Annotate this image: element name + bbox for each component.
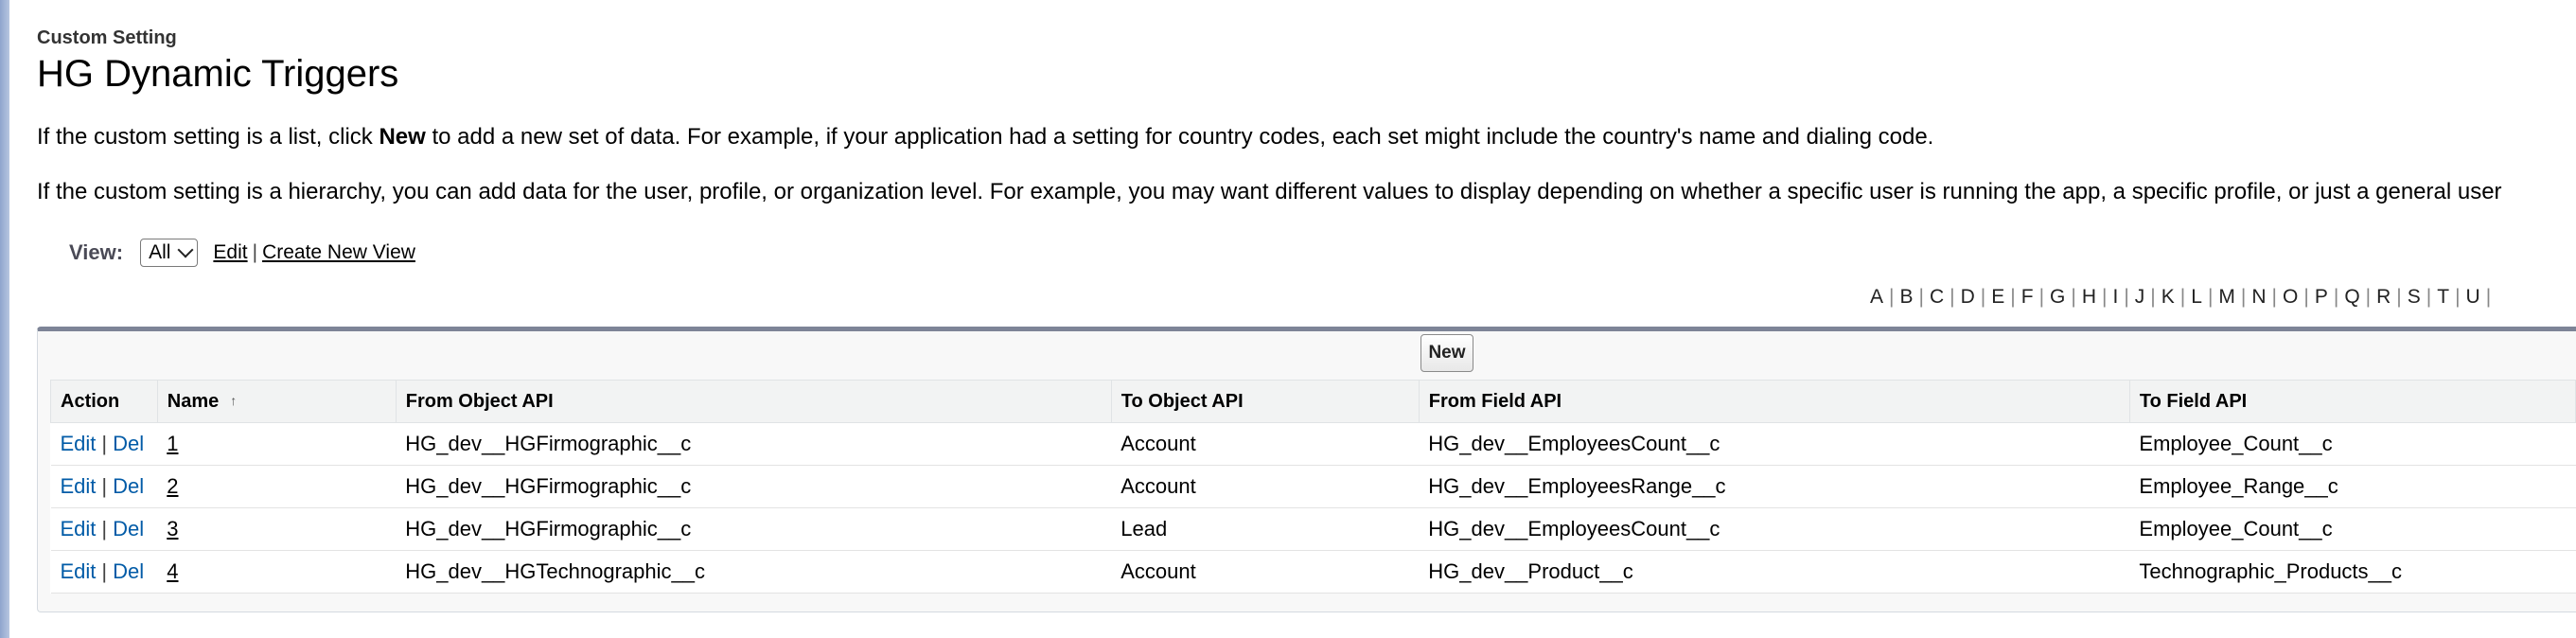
action-separator: | bbox=[101, 517, 108, 541]
cell-name: 4 bbox=[157, 550, 397, 594]
column-header-action: Action bbox=[50, 380, 158, 423]
alphabet-letter-u[interactable]: U bbox=[2461, 286, 2486, 309]
alphabet-letter-j[interactable]: J bbox=[2129, 286, 2151, 309]
description-list: If the custom setting is a list, click N… bbox=[37, 123, 1933, 151]
edit-row-link[interactable]: Edit bbox=[61, 432, 97, 455]
records-table: Action Name ↑ From Object API To Object A… bbox=[50, 380, 2576, 594]
column-header-name-label: Name bbox=[167, 390, 220, 412]
alphabet-letter-s[interactable]: S bbox=[2402, 286, 2426, 309]
cell-from-field-api: HG_dev__EmployeesCount__c bbox=[1419, 507, 2130, 551]
cell-to-field-api: Technographic_Products__c bbox=[2129, 550, 2576, 594]
cell-from-field-api: HG_dev__EmployeesRange__c bbox=[1419, 465, 2130, 508]
alphabet-letter-n[interactable]: N bbox=[2246, 286, 2271, 309]
row-actions: Edit | Del bbox=[50, 465, 158, 508]
cell-name: 1 bbox=[157, 422, 397, 466]
cell-from-object-api: HG_dev__HGFirmographic__c bbox=[396, 507, 1112, 551]
description-list-pre: If the custom setting is a list, click bbox=[37, 124, 379, 150]
table-body: Edit | Del 1 HG_dev__HGFirmographic__c Accoun… bbox=[50, 422, 2576, 594]
edit-row-link[interactable]: Edit bbox=[61, 517, 97, 541]
cell-to-object-api: Lead bbox=[1111, 507, 1420, 551]
column-header-to-field-api: To Field API bbox=[2128, 380, 2576, 423]
row-actions: Edit | Del bbox=[50, 550, 158, 594]
record-name-link[interactable]: 2 bbox=[167, 474, 178, 498]
alphabet-letter-f[interactable]: F bbox=[2016, 286, 2039, 309]
cell-to-object-api: Account bbox=[1111, 422, 1420, 466]
cell-from-object-api: HG_dev__HGFirmographic__c bbox=[396, 465, 1112, 508]
alphabet-filter: A | B | C | D | E | F | G | H | I | J | K | L | M | N | O | P | Q | R | S | T |… bbox=[1864, 286, 2491, 309]
alphabet-letter-m[interactable]: M bbox=[2213, 286, 2241, 309]
action-separator: | bbox=[101, 474, 108, 498]
alphabet-letter-a[interactable]: A bbox=[1864, 286, 1889, 309]
alphabet-letter-i[interactable]: I bbox=[2107, 286, 2124, 309]
view-bar: View: All Edit | Create New View bbox=[69, 239, 415, 267]
edit-row-link[interactable]: Edit bbox=[61, 559, 97, 583]
cell-to-object-api: Account bbox=[1111, 550, 1420, 594]
edit-row-link[interactable]: Edit bbox=[61, 474, 97, 498]
table-row: Edit | Del 2 HG_dev__HGFirmographic__c Accoun… bbox=[50, 465, 2576, 508]
record-name-link[interactable]: 3 bbox=[167, 517, 178, 541]
delete-row-link[interactable]: Del bbox=[113, 559, 144, 583]
record-name-link[interactable]: 1 bbox=[167, 432, 178, 455]
cell-from-field-api: HG_dev__Product__c bbox=[1419, 550, 2130, 594]
row-actions: Edit | Del bbox=[50, 507, 158, 551]
delete-row-link[interactable]: Del bbox=[113, 432, 144, 455]
cell-to-field-api: Employee_Count__c bbox=[2129, 507, 2576, 551]
cell-name: 2 bbox=[157, 465, 397, 508]
cell-from-object-api: HG_dev__HGFirmographic__c bbox=[396, 422, 1112, 466]
description-hierarchy: If the custom setting is a hierarchy, yo… bbox=[37, 179, 2502, 204]
view-link-separator: | bbox=[252, 241, 258, 263]
alphabet-letter-e[interactable]: E bbox=[1985, 286, 2010, 309]
cell-to-field-api: Employee_Count__c bbox=[2129, 422, 2576, 466]
view-select[interactable]: All bbox=[140, 239, 199, 267]
alphabet-letter-r[interactable]: R bbox=[2371, 286, 2396, 309]
cell-from-object-api: HG_dev__HGTechnographic__c bbox=[396, 550, 1112, 594]
record-name-link[interactable]: 4 bbox=[167, 559, 178, 583]
breadcrumb: Custom Setting bbox=[37, 27, 177, 48]
delete-row-link[interactable]: Del bbox=[113, 517, 144, 541]
description-list-post: to add a new set of data. For example, i… bbox=[425, 124, 1934, 150]
sort-ascending-icon: ↑ bbox=[230, 392, 238, 408]
column-header-to-object-api: To Object API bbox=[1110, 380, 1420, 423]
table-row: Edit | Del 3 HG_dev__HGFirmographic__c Lead HG… bbox=[50, 507, 2576, 551]
alphabet-letter-h[interactable]: H bbox=[2076, 286, 2102, 309]
view-label: View: bbox=[69, 240, 124, 264]
table-row: Edit | Del 1 HG_dev__HGFirmographic__c Accoun… bbox=[50, 422, 2576, 466]
cell-from-field-api: HG_dev__EmployeesCount__c bbox=[1419, 422, 2130, 466]
delete-row-link[interactable]: Del bbox=[113, 474, 144, 498]
alphabet-letter-l[interactable]: L bbox=[2185, 286, 2208, 309]
alphabet-separator: | bbox=[2485, 286, 2492, 308]
alphabet-letter-d[interactable]: D bbox=[1955, 286, 1981, 309]
row-actions: Edit | Del bbox=[50, 422, 158, 466]
alphabet-letter-p[interactable]: P bbox=[2309, 286, 2334, 309]
table-header-row: Action Name ↑ From Object API To Object A… bbox=[50, 380, 2576, 423]
column-header-from-object-api: From Object API bbox=[395, 380, 1112, 423]
cell-to-object-api: Account bbox=[1111, 465, 1420, 508]
cell-name: 3 bbox=[157, 507, 397, 551]
action-separator: | bbox=[101, 559, 108, 583]
cell-to-field-api: Employee_Range__c bbox=[2129, 465, 2576, 508]
alphabet-letter-g[interactable]: G bbox=[2044, 286, 2071, 309]
action-separator: | bbox=[101, 432, 108, 455]
column-header-name[interactable]: Name ↑ bbox=[156, 380, 397, 423]
new-button[interactable]: New bbox=[1420, 334, 1473, 372]
view-select-value: All bbox=[149, 241, 171, 263]
alphabet-letter-b[interactable]: B bbox=[1894, 286, 1918, 309]
chevron-down-icon bbox=[177, 241, 194, 258]
edit-view-link[interactable]: Edit bbox=[213, 241, 247, 264]
alphabet-letter-k[interactable]: K bbox=[2156, 286, 2180, 309]
column-header-from-field-api: From Field API bbox=[1418, 380, 2130, 423]
alphabet-letter-t[interactable]: T bbox=[2431, 286, 2455, 309]
page-title: HG Dynamic Triggers bbox=[37, 53, 399, 95]
page-header: Custom Setting HG Dynamic Triggers bbox=[37, 27, 398, 97]
alphabet-letter-q[interactable]: Q bbox=[2338, 286, 2365, 309]
create-new-view-link[interactable]: Create New View bbox=[262, 241, 415, 264]
description-new-keyword: New bbox=[379, 124, 426, 150]
table-row: Edit | Del 4 HG_dev__HGTechnographic__c Accou… bbox=[50, 550, 2576, 594]
left-rail bbox=[0, 0, 9, 638]
alphabet-letter-o[interactable]: O bbox=[2277, 286, 2303, 309]
alphabet-letter-c[interactable]: C bbox=[1924, 286, 1950, 309]
